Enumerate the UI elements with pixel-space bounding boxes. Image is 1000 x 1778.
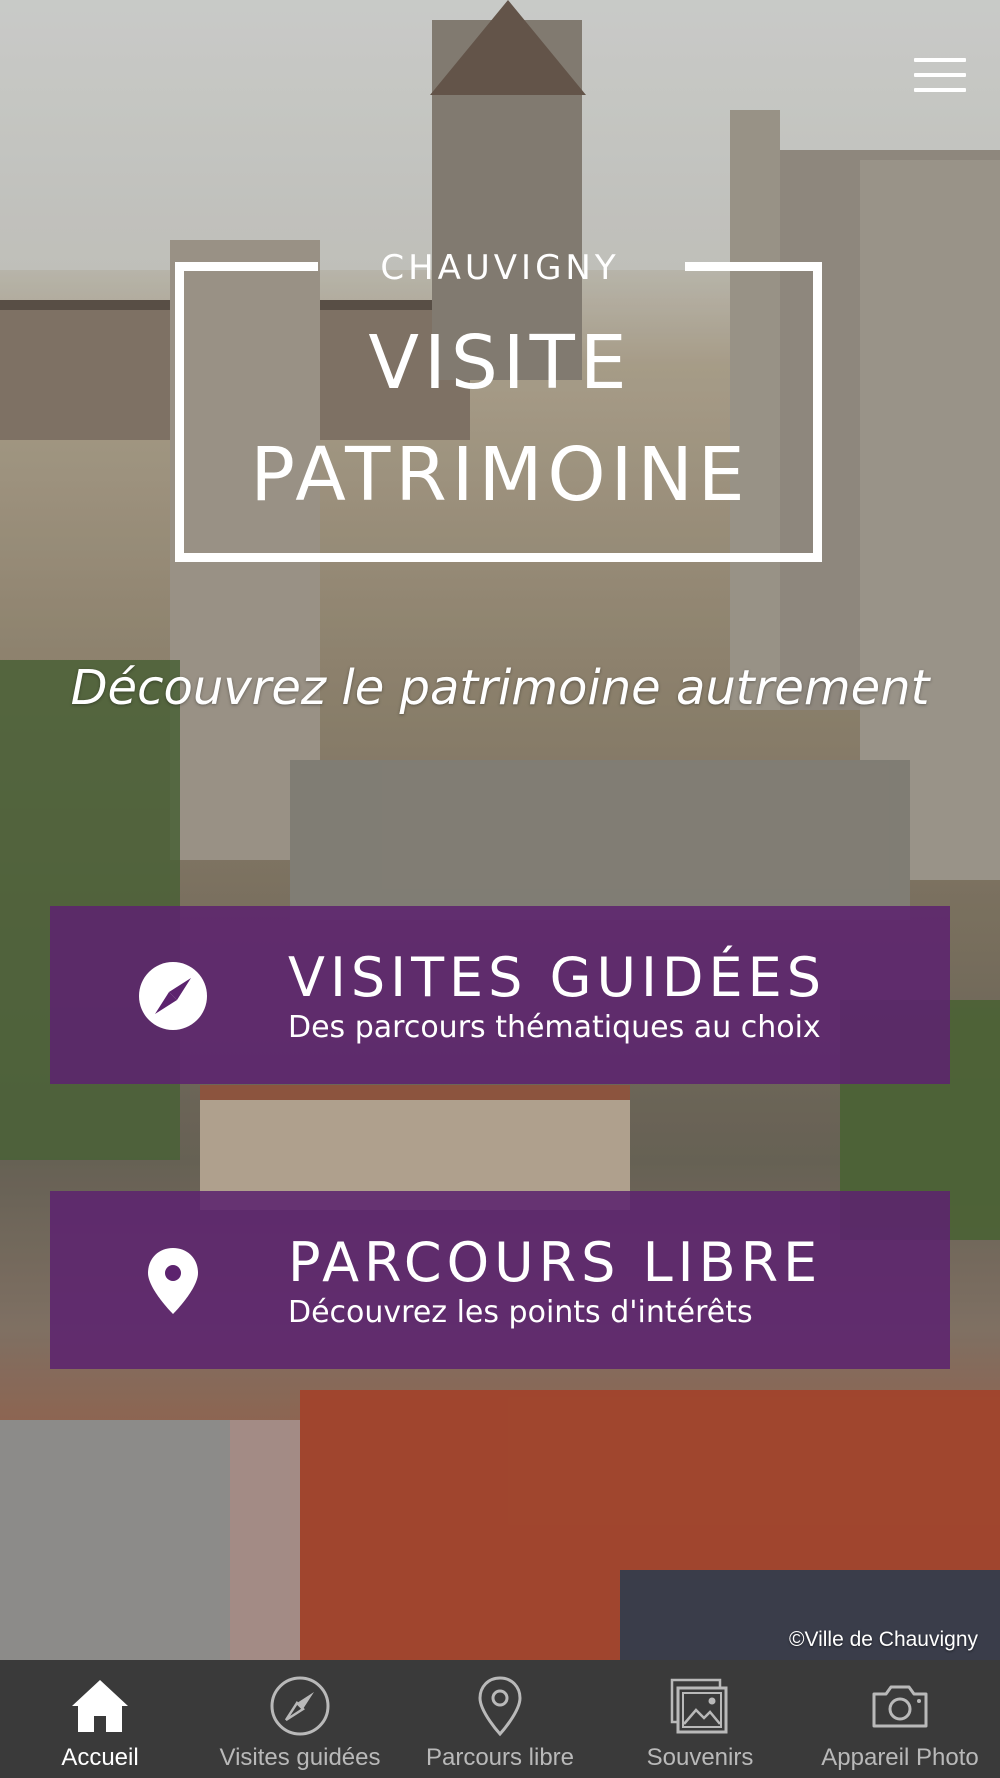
camera-icon <box>872 1685 928 1728</box>
bottom-tab-bar: Accueil Visites guidées Parcours libre S… <box>0 1660 1000 1778</box>
tab-visites-guidees[interactable]: Visites guidées <box>200 1660 400 1778</box>
logo-title-line2: PATRIMOINE <box>250 432 750 518</box>
compass-icon <box>270 1676 330 1736</box>
hamburger-menu-icon[interactable] <box>914 58 966 94</box>
tab-appareil-photo[interactable]: Appareil Photo <box>800 1660 1000 1778</box>
location-pin-icon <box>148 1248 198 1314</box>
card-subtitle: Découvrez les points d'intérêts <box>288 1295 753 1330</box>
tab-parcours-libre[interactable]: Parcours libre <box>400 1660 600 1778</box>
photos-icon <box>670 1678 728 1734</box>
tab-label: Souvenirs <box>646 1744 754 1771</box>
compass-icon <box>139 962 207 1030</box>
tab-label: Accueil <box>61 1744 139 1771</box>
logo-title-line1: VISITE <box>368 320 632 406</box>
logo-city-name: CHAUVIGNY <box>380 248 620 288</box>
card-title: PARCOURS LIBRE <box>288 1231 823 1294</box>
home-icon <box>72 1680 128 1732</box>
tab-label: Visites guidées <box>219 1744 381 1771</box>
parcours-libre-card[interactable]: PARCOURS LIBRE Découvrez les points d'in… <box>50 1191 950 1369</box>
card-subtitle: Des parcours thématiques au choix <box>288 1010 821 1045</box>
card-title: VISITES GUIDÉES <box>288 946 827 1009</box>
visites-guidees-card[interactable]: VISITES GUIDÉES Des parcours thématiques… <box>50 906 950 1084</box>
tab-label: Parcours libre <box>425 1744 575 1771</box>
tab-label: Appareil Photo <box>821 1744 979 1771</box>
photo-credit: ©Ville de Chauvigny <box>788 1628 978 1651</box>
tab-souvenirs[interactable]: Souvenirs <box>600 1660 800 1778</box>
location-pin-icon <box>478 1676 522 1737</box>
tab-accueil[interactable]: Accueil <box>0 1660 200 1778</box>
tagline: Découvrez le patrimoine autrement <box>70 660 930 716</box>
